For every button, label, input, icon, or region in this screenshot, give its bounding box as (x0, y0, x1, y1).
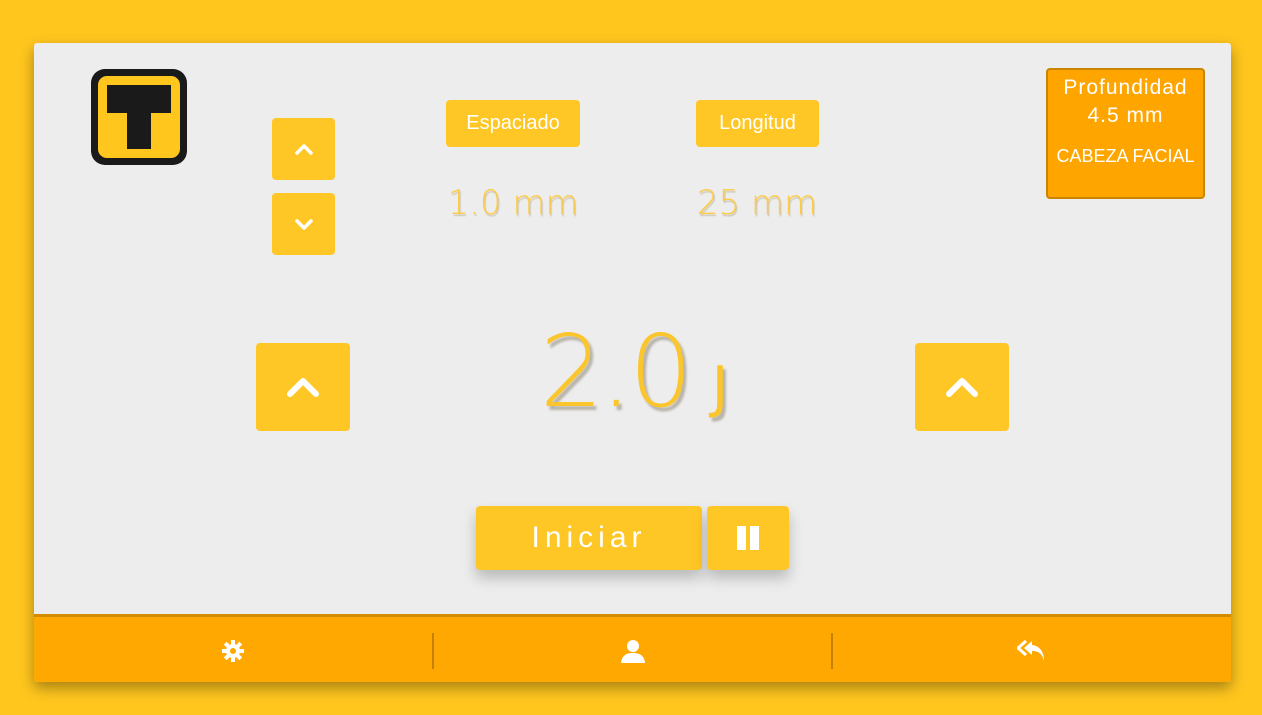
pause-button[interactable] (707, 506, 789, 570)
user-icon (620, 640, 645, 663)
back-button[interactable] (833, 617, 1231, 682)
chevron-down-icon (294, 219, 313, 230)
head-type: CABEZA FACIAL (1056, 146, 1195, 166)
length-button[interactable]: Longitud (696, 100, 819, 147)
user-button[interactable] (434, 617, 832, 682)
energy-display: 2.0 J (414, 313, 854, 430)
energy-increase-right-button[interactable] (915, 343, 1009, 431)
spacing-button[interactable]: Espaciado (446, 100, 580, 147)
length-value: 25 mm (696, 183, 818, 223)
spacing-decrease-button[interactable] (272, 193, 335, 255)
depth-box[interactable]: Profundidad 4.5 mm CABEZA FACIAL (1046, 68, 1205, 199)
chevron-up-icon (946, 378, 978, 397)
chevron-up-icon (294, 144, 313, 155)
gear-icon (221, 640, 244, 662)
spacing-increase-button[interactable] (272, 118, 335, 180)
depth-title: Profundidad (1063, 76, 1188, 99)
t-logo-icon (91, 69, 187, 165)
chevron-up-icon (287, 378, 319, 397)
footer-bar (34, 614, 1231, 682)
main-panel: Espaciado Longitud 1.0 mm 25 mm 2.0 J Pro… (34, 43, 1231, 682)
energy-value: 2.0 (539, 313, 693, 430)
spacing-value: 1.0 mm (447, 183, 579, 223)
settings-button[interactable] (34, 617, 432, 682)
depth-value: 4.5 mm (1087, 104, 1164, 127)
reply-all-icon (1017, 639, 1045, 661)
start-button[interactable]: Iniciar (476, 506, 702, 570)
energy-increase-left-button[interactable] (256, 343, 350, 431)
pause-icon (737, 526, 759, 550)
energy-unit: J (711, 355, 729, 420)
